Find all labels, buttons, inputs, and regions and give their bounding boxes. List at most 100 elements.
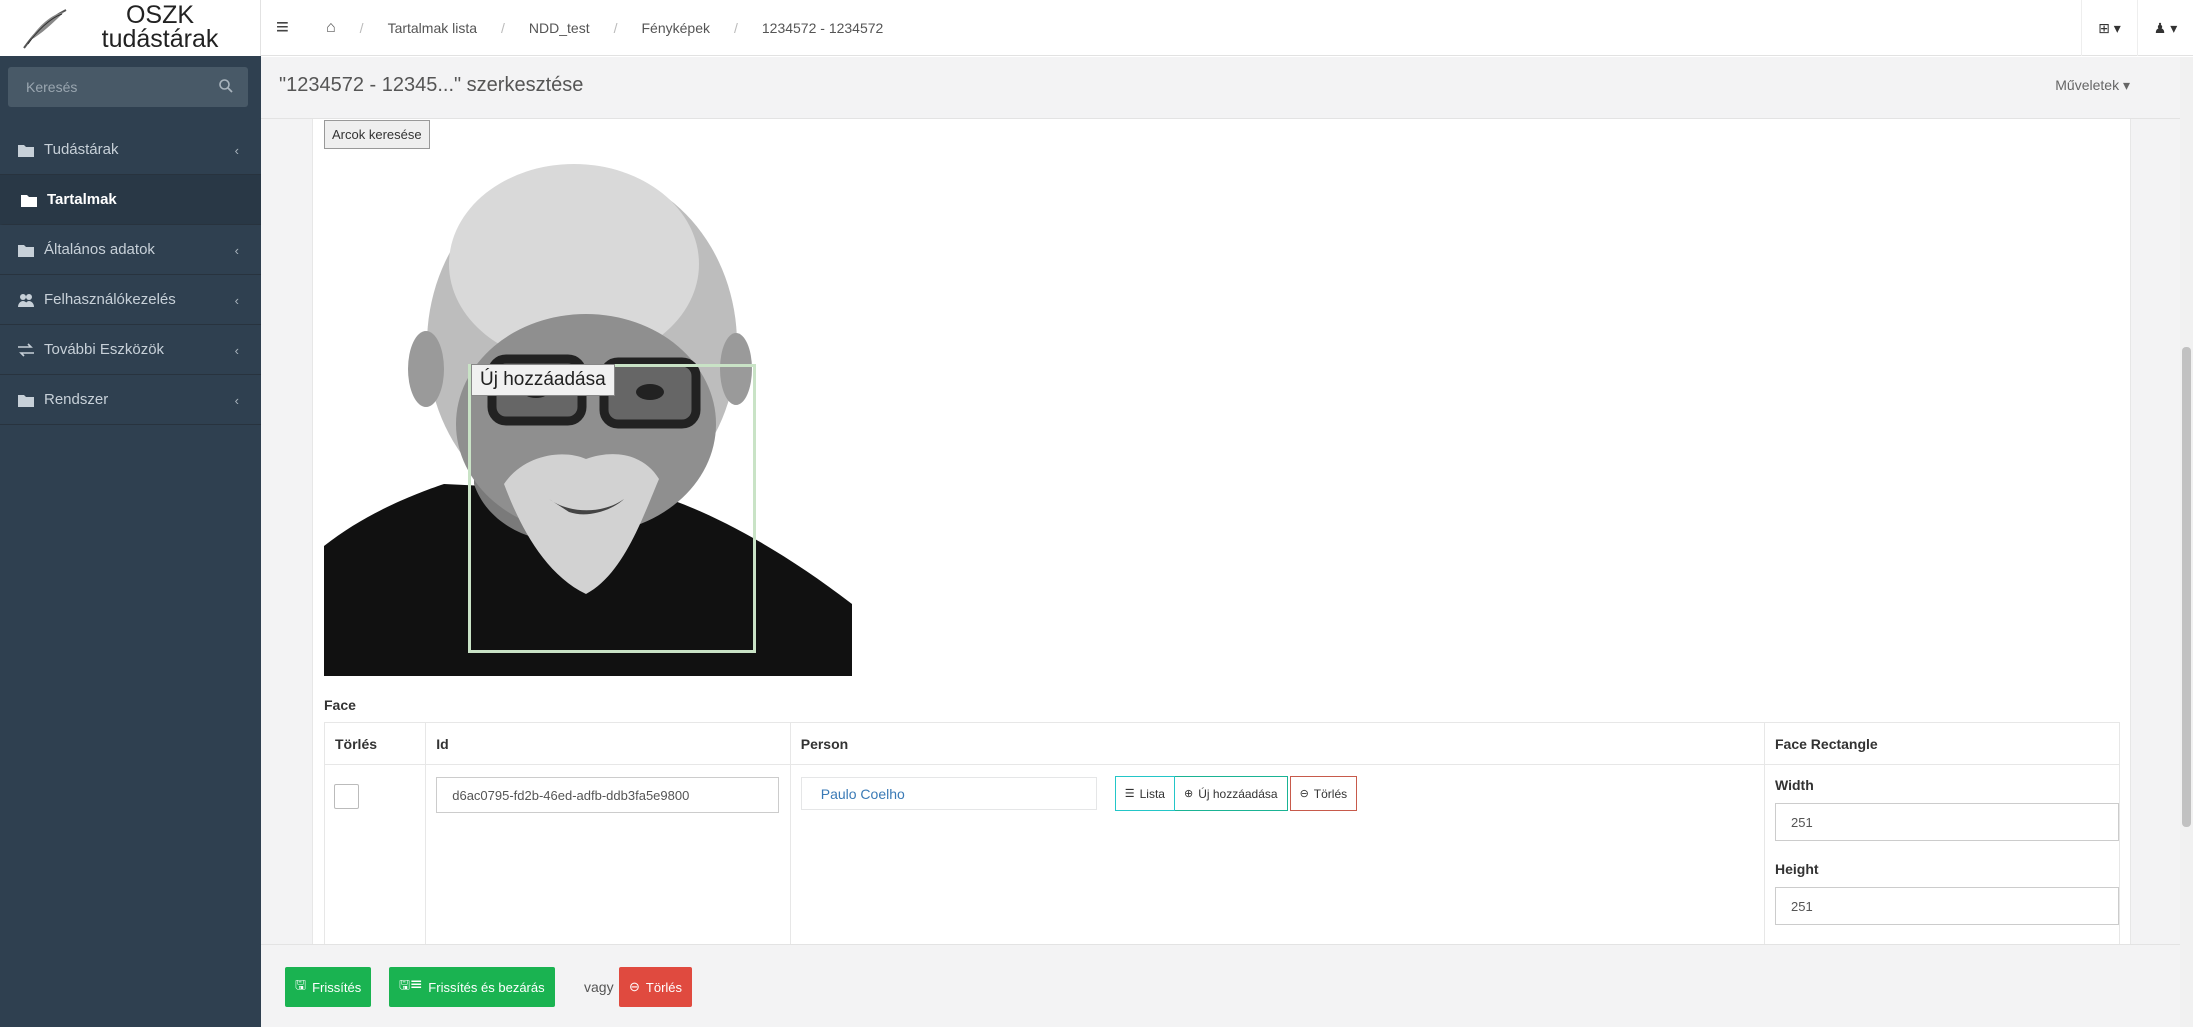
top-navbar: OSZK tudástárak ≡ ⌂ / Tartalmak lista / … [0, 0, 2193, 56]
column-header-id: Id [425, 722, 791, 765]
update-button-label: Frissítés [312, 979, 362, 995]
sidebar-item-knowledge-bases[interactable]: Tudástárak ‹ [0, 125, 261, 175]
logo-subtitle: tudástárak [101, 25, 219, 53]
scrollbar-thumb[interactable] [2182, 347, 2191, 827]
save-list-icon: 🖫☰ [399, 977, 423, 992]
sidebar-item-label: Rendszer [44, 391, 109, 408]
breadcrumb-item-collection[interactable]: NDD_test [529, 20, 590, 36]
minus-circle-icon: ⊖ [1299, 788, 1309, 800]
caret-down-icon: ▾ [2122, 77, 2130, 93]
find-faces-button[interactable]: Arcok keresése [324, 120, 430, 149]
person-actions: ☰ Lista ⊕ Új hozzáadása ⊖ Törlés [1114, 776, 1358, 811]
page-title: "1234572 - 12345..." szerkesztése [279, 74, 584, 96]
chevron-left-icon: ‹ [234, 393, 239, 408]
column-header-person: Person [789, 722, 1766, 765]
logo[interactable]: OSZK tudástárak [0, 0, 261, 56]
list-button[interactable]: ☰ Lista [1114, 776, 1175, 811]
user-icon: ♟ [2153, 19, 2167, 36]
list-button-label: Lista [1139, 786, 1165, 801]
id-cell [425, 764, 791, 944]
sidebar-nav: Tudástárak ‹ Tartalmak Általános adatok … [0, 125, 261, 425]
exchange-icon [18, 342, 34, 357]
or-text: vagy [584, 979, 614, 995]
sidebar-item-user-management[interactable]: Felhasználókezelés ‹ [0, 275, 261, 325]
sidebar-search [8, 67, 248, 107]
sidebar: Tudástárak ‹ Tartalmak Általános adatok … [0, 56, 261, 1027]
sidebar-item-label: Felhasználókezelés [44, 291, 176, 308]
sidebar-item-label: Tartalmak [47, 191, 117, 208]
folder-icon [21, 194, 37, 207]
person-cell: ☰ Lista ⊕ Új hozzáadása ⊖ Törlés [789, 764, 1766, 944]
breadcrumb-separator: / [501, 20, 505, 36]
delete-cell [323, 764, 427, 944]
sidebar-item-label: Tudástárak [44, 141, 119, 158]
chevron-left-icon: ‹ [234, 343, 239, 358]
user-menu-button[interactable]: ♟ ▾ [2137, 0, 2193, 56]
face-rectangle[interactable] [468, 364, 756, 653]
list-icon: ☰ [1124, 788, 1135, 800]
sidebar-item-general-data[interactable]: Általános adatok ‹ [0, 225, 261, 275]
person-field[interactable] [800, 777, 1097, 810]
hamburger-icon[interactable]: ≡ [276, 14, 289, 40]
add-person-button-label: Új hozzáadása [1198, 786, 1278, 801]
column-header-face-rectangle: Face Rectangle [1764, 722, 2120, 765]
breadcrumb: ⌂ / Tartalmak lista / NDD_test / Fénykép… [326, 19, 883, 37]
add-person-button[interactable]: ⊕ Új hozzáadása [1174, 776, 1288, 811]
folder-icon [18, 244, 34, 257]
face-rectangle-cell: Width Height [1764, 764, 2120, 944]
users-icon [18, 293, 34, 307]
chevron-left-icon: ‹ [234, 293, 239, 308]
update-and-close-button[interactable]: 🖫☰ Frissítés és bezárás [389, 967, 555, 1007]
save-icon: 🖫 [295, 977, 307, 992]
breadcrumb-item-content-list[interactable]: Tartalmak lista [388, 20, 477, 36]
search-icon[interactable] [218, 78, 234, 94]
breadcrumb-separator: / [359, 20, 364, 36]
breadcrumb-item-current: 1234572 - 1234572 [761, 20, 884, 36]
feather-logo-icon [23, 9, 67, 49]
sidebar-item-label: További Eszközök [44, 341, 165, 358]
caret-down-icon: ▾ [2170, 19, 2178, 36]
sidebar-item-system[interactable]: Rendszer ‹ [0, 375, 261, 425]
actions-menu-label: Műveletek [2055, 77, 2120, 93]
remove-person-button-label: Törlés [1313, 786, 1348, 801]
main-area: Arcok keresése Új hozzáadása Face Törlés… [261, 119, 2193, 944]
width-field[interactable] [1775, 803, 2119, 841]
table-row: ☰ Lista ⊕ Új hozzáadása ⊖ Törlés [323, 764, 2120, 944]
actions-menu[interactable]: Műveletek ▾ [2055, 77, 2130, 94]
page-scrollbar[interactable] [2180, 57, 2193, 1027]
sidebar-item-further-tools[interactable]: További Eszközök ‹ [0, 325, 261, 375]
breadcrumb-item-photos[interactable]: Fényképek [642, 20, 710, 36]
delete-button-label: Törlés [645, 979, 683, 995]
breadcrumb-separator: / [733, 20, 738, 36]
caret-down-icon: ▾ [2113, 19, 2121, 36]
sidebar-item-label: Általános adatok [44, 241, 155, 258]
add-menu-button[interactable]: ⊞ ▾ [2081, 0, 2137, 56]
breadcrumb-separator: / [613, 20, 618, 36]
height-label: Height [1775, 861, 1819, 877]
search-input[interactable] [8, 67, 248, 107]
edit-panel: Arcok keresése Új hozzáadása Face Törlés… [312, 119, 2131, 944]
chevron-left-icon: ‹ [234, 243, 239, 258]
remove-person-button[interactable]: ⊖ Törlés [1289, 776, 1358, 811]
folder-icon [18, 144, 34, 157]
portrait-photo: Új hozzáadása [324, 154, 852, 676]
update-and-close-button-label: Frissítés és bezárás [428, 979, 545, 995]
face-add-new-label[interactable]: Új hozzáadása [471, 364, 615, 396]
chevron-left-icon: ‹ [234, 143, 239, 158]
face-id-field[interactable] [436, 777, 780, 813]
delete-button[interactable]: ⊖ Törlés [619, 967, 693, 1007]
sidebar-item-contents[interactable]: Tartalmak [0, 175, 261, 225]
folder-icon [18, 394, 34, 407]
minus-circle-icon: ⊖ [629, 979, 640, 994]
face-table: Törlés Id Person Face Rectangle d6ac0795… [323, 722, 2120, 944]
update-button[interactable]: 🖫 Frissítés [285, 967, 372, 1007]
content-header: "1234572 - 12345..." szerkesztése Művele… [261, 57, 2193, 119]
face-section-title: Face [324, 697, 356, 713]
plus-square-icon: ⊞ [2098, 19, 2110, 36]
column-header-delete: Törlés [323, 722, 427, 765]
table-header-row: Törlés Id Person Face Rectangle [323, 722, 2120, 765]
form-footer: 🖫 Frissítés 🖫☰ Frissítés és bezárás vagy… [261, 944, 2193, 1027]
height-field[interactable] [1775, 887, 2119, 925]
delete-checkbox[interactable] [334, 784, 359, 809]
home-icon[interactable]: ⌂ [326, 19, 336, 37]
